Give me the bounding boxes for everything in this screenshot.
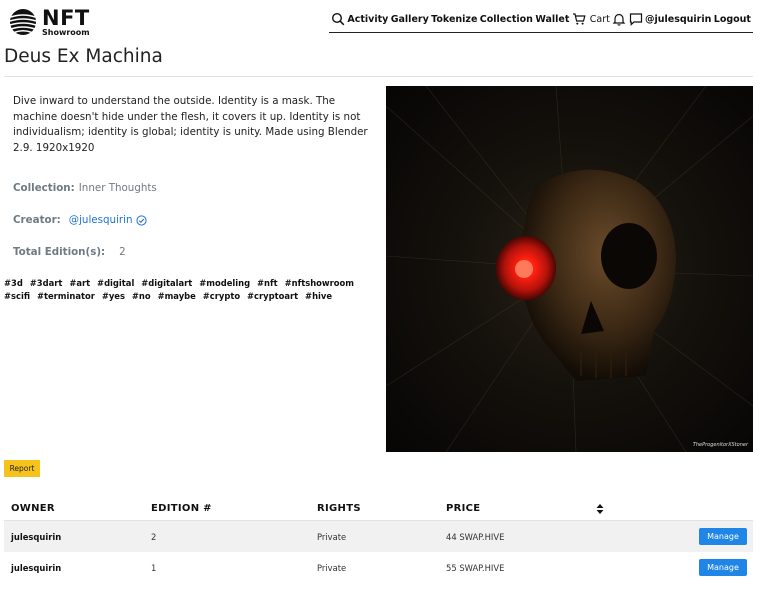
header-price[interactable]: PRICE [446,503,480,514]
header-rights[interactable]: RIGHTS [317,503,361,514]
top-navigation: Activity Gallery Tokenize Collection Wal… [329,10,753,33]
nav-wallet[interactable]: Wallet [535,14,569,25]
nav-activity[interactable]: Activity [347,14,388,25]
table-header: OWNER EDITION # RIGHTS PRICE [4,497,753,521]
collection-row: Collection: Inner Thoughts [13,182,157,194]
tag-link[interactable]: #no [132,291,151,301]
tag-link[interactable]: #3dart [30,278,63,288]
nav-tokenize[interactable]: Tokenize [431,14,477,25]
editions-label: Total Edition(s): [13,246,106,258]
logout-link[interactable]: Logout [714,14,751,25]
tag-link[interactable]: #modeling [199,278,250,288]
nav-gallery[interactable]: Gallery [391,14,429,25]
owner-cell: julesquirin [11,532,62,542]
tag-link[interactable]: #hive [305,291,332,301]
nav-cart[interactable]: Cart [572,12,610,26]
table-row: julesquirin 1 Private 55 SWAP.HIVE Manage [4,552,753,583]
logo-globe-icon [8,7,38,37]
header-edition[interactable]: EDITION # [151,503,212,514]
tag-link[interactable]: #yes [102,291,125,301]
brand-subtitle: Showroom [42,27,90,37]
header-owner[interactable]: OWNER [11,503,55,514]
page-title: Deus Ex Machina [4,46,163,67]
ownership-table: OWNER EDITION # RIGHTS PRICE julesquirin… [4,497,753,583]
manage-button[interactable]: Manage [699,528,747,545]
creator-name: @julesquirin [68,214,133,226]
nav-collection[interactable]: Collection [480,14,533,25]
owner-cell: julesquirin [11,563,62,573]
tag-link[interactable]: #nftshowroom [285,278,354,288]
tag-link[interactable]: #terminator [37,291,95,301]
sort-icon[interactable] [596,503,604,515]
rights-cell: Private [317,563,347,573]
artwork-watermark: TheProgenitorXStoner [692,442,748,448]
tag-link[interactable]: #cryptoart [247,291,298,301]
search-icon[interactable] [331,12,345,26]
title-divider [4,76,753,77]
table-row: julesquirin 2 Private 44 SWAP.HIVE Manage [4,521,753,552]
price-cell: 44 SWAP.HIVE [446,532,505,542]
cart-icon [572,13,586,25]
collection-label: Collection: [13,182,75,194]
editions-value: 2 [119,246,126,258]
nft-artwork[interactable]: TheProgenitorXStoner [386,86,753,452]
nav-user-profile[interactable]: @julesquirin [645,14,711,25]
brand-name: NFT [42,5,90,30]
collection-value[interactable]: Inner Thoughts [79,182,157,194]
tag-list: #3d #3dart #art #digital #digitalart #mo… [4,277,364,303]
price-cell: 55 SWAP.HIVE [446,563,505,573]
tag-link[interactable]: #3d [4,278,23,288]
tag-link[interactable]: #nft [257,278,278,288]
brand-logo[interactable]: NFT Showroom [8,7,90,37]
tag-link[interactable]: #digitalart [141,278,192,288]
tag-link[interactable]: #maybe [158,291,196,301]
tag-link[interactable]: #crypto [203,291,240,301]
edition-cell: 1 [151,563,157,573]
nav-cart-label: Cart [589,13,610,25]
nft-description: Dive inward to understand the outside. I… [13,95,368,154]
creator-label: Creator: [13,214,61,226]
editions-row: Total Edition(s): 2 [13,246,126,258]
rights-cell: Private [317,532,347,542]
verified-check-icon [135,214,147,226]
message-icon[interactable] [629,12,643,26]
tag-link[interactable]: #scifi [4,291,30,301]
bell-icon[interactable] [612,12,626,26]
manage-button[interactable]: Manage [699,559,747,576]
report-button[interactable]: Report [4,460,40,477]
creator-row: Creator: @julesquirin [13,214,147,226]
creator-link[interactable]: @julesquirin [69,214,147,226]
tag-link[interactable]: #digital [97,278,134,288]
edition-cell: 2 [151,532,157,542]
tag-link[interactable]: #art [69,278,90,288]
